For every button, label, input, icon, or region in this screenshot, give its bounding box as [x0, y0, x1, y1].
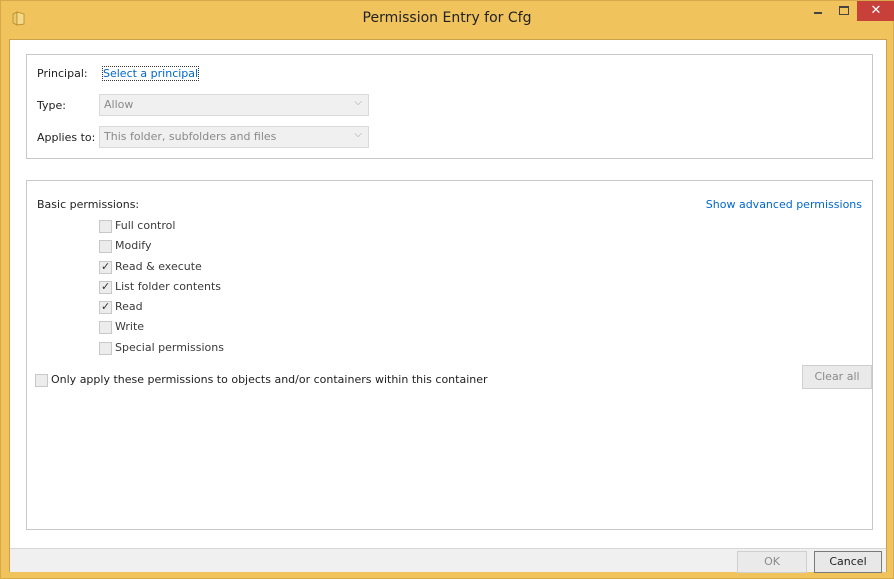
maximize-icon — [839, 6, 849, 15]
permissions-panel: Basic permissions: Show advanced permiss… — [26, 180, 873, 530]
permission-entry-window: Permission Entry for Cfg ✕ Principal: Se… — [0, 0, 894, 579]
only-apply-label: Only apply these permissions to objects … — [51, 373, 488, 386]
clear-all-button[interactable]: Clear all — [802, 365, 872, 389]
permission-label: Read & execute — [115, 260, 202, 273]
checkmark-icon: ✓ — [101, 260, 111, 273]
principal-panel: Principal: Select a principal Type: Allo… — [26, 54, 873, 159]
checkbox[interactable] — [99, 240, 112, 253]
permission-label: Special permissions — [115, 341, 224, 354]
checkmark-icon: ✓ — [101, 280, 111, 293]
basic-permissions-label: Basic permissions: — [37, 198, 140, 211]
permission-label: List folder contents — [115, 280, 221, 293]
minimize-button[interactable] — [805, 1, 831, 21]
checkbox[interactable] — [99, 321, 112, 334]
close-icon: ✕ — [870, 3, 882, 18]
applies-to-select-value: This folder, subfolders and files — [104, 130, 277, 143]
close-button[interactable]: ✕ — [857, 1, 894, 21]
type-select-value: Allow — [104, 98, 134, 111]
select-principal-link[interactable]: Select a principal — [101, 66, 200, 81]
window-title: Permission Entry for Cfg — [362, 10, 532, 26]
applies-to-select[interactable]: This folder, subfolders and files ⌵ — [99, 126, 369, 148]
checkmark-icon: ✓ — [101, 300, 111, 313]
type-select[interactable]: Allow ⌵ — [99, 94, 369, 116]
checkbox[interactable] — [99, 342, 112, 355]
permission-label: Modify — [115, 239, 152, 252]
checkbox[interactable]: ✓ — [99, 260, 112, 274]
chevron-down-icon: ⌵ — [354, 97, 362, 108]
show-advanced-permissions-link[interactable]: Show advanced permissions — [706, 198, 862, 211]
dialog-footer: OK Cancel — [10, 548, 886, 573]
ok-button[interactable]: OK — [737, 551, 807, 573]
only-apply-checkbox[interactable] — [35, 374, 48, 387]
checkbox[interactable]: ✓ — [99, 300, 112, 314]
permission-label: Write — [115, 320, 145, 333]
cancel-button[interactable]: Cancel — [814, 551, 882, 573]
permission-label: Read — [115, 300, 143, 313]
minimize-icon — [814, 12, 822, 14]
checkbox[interactable] — [99, 220, 112, 233]
title-bar[interactable]: Permission Entry for Cfg ✕ — [1, 1, 894, 39]
dialog-client-area: Principal: Select a principal Type: Allo… — [9, 39, 887, 573]
principal-label: Principal: — [37, 67, 88, 80]
chevron-down-icon: ⌵ — [354, 129, 362, 140]
type-label: Type: — [37, 99, 66, 112]
applies-to-label: Applies to: — [37, 131, 96, 144]
checkbox[interactable]: ✓ — [99, 280, 112, 294]
maximize-button[interactable] — [831, 1, 857, 21]
permission-label: Full control — [115, 219, 176, 232]
